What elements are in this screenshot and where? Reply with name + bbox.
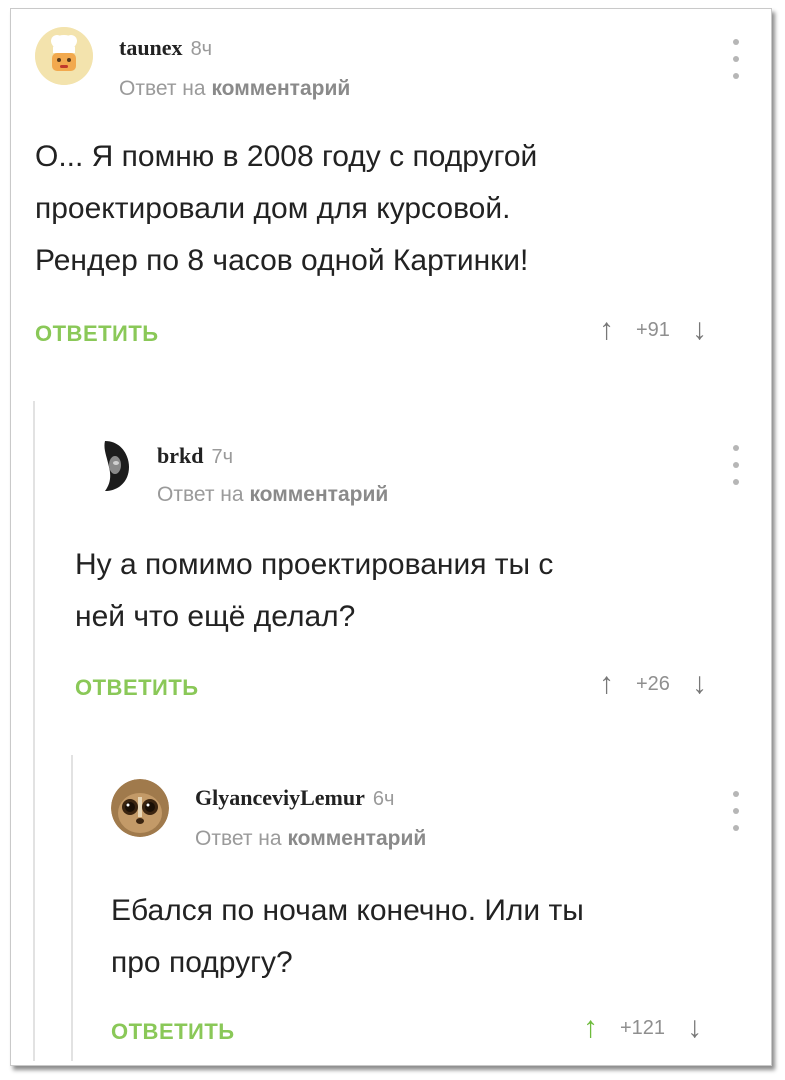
username-brkd[interactable]: brkd 7ч <box>157 443 233 469</box>
comment-time: 6ч <box>372 788 395 810</box>
chef-avatar-icon <box>35 27 93 85</box>
comment-line: проектировали дом для курсовой. <box>35 192 511 225</box>
arrow-up-icon[interactable]: ↑ <box>599 669 614 699</box>
reply-prefix: Ответ на <box>195 827 282 850</box>
reply-prefix: Ответ на <box>119 77 206 100</box>
thread-line-level-2[interactable] <box>71 755 73 1061</box>
arrow-up-icon[interactable]: ↑ <box>583 1013 598 1043</box>
arrow-up-icon[interactable]: ↑ <box>599 315 614 345</box>
reply-to-comment-link[interactable]: Ответ на комментарий <box>195 827 426 851</box>
more-options-icon[interactable] <box>731 445 741 485</box>
lemur-avatar-icon <box>111 779 169 837</box>
arrow-down-icon[interactable]: ↓ <box>687 1013 702 1043</box>
comment-body: О... Я помню в 2008 году с подругой прое… <box>35 131 537 287</box>
comment-thread: taunex 8ч Ответ на комментарий О... Я пом… <box>10 8 772 1066</box>
vote-controls: ↑ +121 ↓ <box>583 1013 702 1043</box>
comment-time: 8ч <box>190 38 213 60</box>
avatar-taunex[interactable] <box>35 27 93 85</box>
arrow-down-icon[interactable]: ↓ <box>692 315 707 345</box>
comment-line: про подругу? <box>111 946 293 979</box>
username-taunex[interactable]: taunex 8ч <box>119 35 212 61</box>
reply-button[interactable]: ОТВЕТИТЬ <box>35 321 159 347</box>
reply-link[interactable]: комментарий <box>211 77 350 100</box>
comment-line: Ебался по ночам конечно. Или ты <box>111 894 584 927</box>
reply-prefix: Ответ на <box>157 483 244 506</box>
reply-to-comment-link[interactable]: Ответ на комментарий <box>119 77 350 101</box>
reply-button[interactable]: ОТВЕТИТЬ <box>111 1019 235 1045</box>
comment-line: Рендер по 8 часов одной Картинки! <box>35 244 529 277</box>
score: +91 <box>636 318 670 341</box>
reply-link[interactable]: комментарий <box>287 827 426 850</box>
comment-line: ней что ещё делал? <box>75 600 356 633</box>
reply-button[interactable]: ОТВЕТИТЬ <box>75 675 199 701</box>
thread-line-level-1[interactable] <box>33 401 35 1061</box>
avatar-brkd[interactable] <box>75 435 133 493</box>
username-label[interactable]: taunex <box>119 35 183 60</box>
vote-controls: ↑ +26 ↓ <box>599 669 707 699</box>
username-label[interactable]: GlyanceviyLemur <box>195 785 365 810</box>
more-options-icon[interactable] <box>731 791 741 831</box>
score: +121 <box>620 1016 666 1039</box>
person-avatar-icon <box>75 435 133 493</box>
comment-time: 7ч <box>211 446 234 468</box>
comment-line: О... Я помню в 2008 году с подругой <box>35 140 538 173</box>
avatar-glyanceviylemur[interactable] <box>111 779 169 837</box>
vote-controls: ↑ +91 ↓ <box>599 315 707 345</box>
arrow-down-icon[interactable]: ↓ <box>692 669 707 699</box>
reply-to-comment-link[interactable]: Ответ на комментарий <box>157 483 388 507</box>
more-options-icon[interactable] <box>731 39 741 79</box>
comment-body: Ебался по ночам конечно. Или ты про подр… <box>111 885 584 989</box>
comment-body: Ну а помимо проектирования ты с ней что … <box>75 539 553 643</box>
username-label[interactable]: brkd <box>157 443 203 468</box>
comment-line: Ну а помимо проектирования ты с <box>75 548 554 581</box>
score: +26 <box>636 672 670 695</box>
reply-link[interactable]: комментарий <box>249 483 388 506</box>
username-glyanceviylemur[interactable]: GlyanceviyLemur 6ч <box>195 785 394 811</box>
